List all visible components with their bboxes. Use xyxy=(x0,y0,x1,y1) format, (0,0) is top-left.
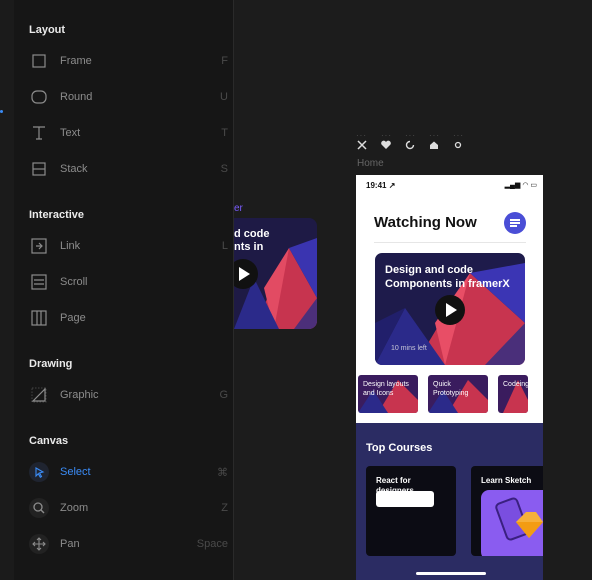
section-title-interactive: Interactive xyxy=(29,209,85,221)
zoom-icon xyxy=(28,497,50,519)
heart-icon[interactable] xyxy=(379,139,393,153)
section-title-layout: Layout xyxy=(29,24,66,36)
tool-label: Page xyxy=(60,312,86,324)
menu-button[interactable] xyxy=(504,212,526,234)
tool-link[interactable]: Link L xyxy=(28,235,238,259)
tools-panel: Layout Frame F Round U Text T Stack S Interactive… xyxy=(14,0,234,580)
tool-pan[interactable]: Pan Space xyxy=(28,533,238,557)
shortcut-key: Z xyxy=(221,502,228,514)
tool-label: Graphic xyxy=(60,389,99,401)
tool-round[interactable]: Round U xyxy=(28,86,238,110)
background-card-preview[interactable]: d code nts in xyxy=(234,218,317,329)
tool-label: Stack xyxy=(60,163,88,175)
left-edge-strip xyxy=(0,0,14,580)
scroll-icon xyxy=(28,271,50,293)
shortcut-key: L xyxy=(221,240,228,252)
shortcut-key: U xyxy=(220,91,228,103)
link-icon xyxy=(28,235,50,257)
tool-label: Link xyxy=(60,240,81,252)
phone-sketch-illustration xyxy=(495,497,543,541)
pan-icon xyxy=(28,533,50,555)
hero-title: Design and code Components in framerX xyxy=(385,264,510,290)
phone-frame[interactable]: 19:41 ↗ ▂▄▆ ◠ ▭ Watching Now Design and … xyxy=(356,175,543,580)
tool-label: Frame xyxy=(60,55,92,67)
section-title: Top Courses xyxy=(366,442,433,454)
home-indicator xyxy=(416,572,486,575)
hero-course-card[interactable]: Design and code Components in framerX 10… xyxy=(375,253,525,365)
circle-icon[interactable] xyxy=(451,139,465,153)
canvas[interactable]: er d code nts in ··· ··· ··· ··· ··· Hom… xyxy=(234,0,592,580)
graphic-icon xyxy=(28,384,50,406)
shortcut-key: F xyxy=(221,55,228,67)
tool-stack[interactable]: Stack S xyxy=(28,158,238,182)
tool-zoom[interactable]: Zoom Z xyxy=(28,497,238,521)
tool-graphic[interactable]: Graphic G xyxy=(28,384,238,408)
text-icon xyxy=(28,122,50,144)
page-icon xyxy=(28,307,50,329)
tool-select[interactable]: Select ⌘ xyxy=(28,461,238,485)
course-thumbnails: Design layouts and Icons Quick Prototypi… xyxy=(358,375,543,413)
section-title-drawing: Drawing xyxy=(29,358,73,370)
refresh-icon[interactable] xyxy=(403,139,417,153)
frame-icon xyxy=(28,50,50,72)
tool-frame[interactable]: Frame F xyxy=(28,50,238,74)
page-title: Watching Now xyxy=(374,214,477,231)
tool-label: Select xyxy=(60,466,91,478)
play-button[interactable] xyxy=(435,295,465,325)
white-bar xyxy=(376,491,434,507)
section-title-canvas: Canvas xyxy=(29,435,69,447)
tool-label: Text xyxy=(60,127,81,139)
home-icon[interactable] xyxy=(427,139,441,153)
thumbnail-card[interactable]: Design layouts and Icons xyxy=(358,375,418,413)
thumbnail-card[interactable]: Codeing React xyxy=(498,375,528,413)
tool-page[interactable]: Page xyxy=(28,307,238,331)
stack-icon xyxy=(28,158,50,180)
course-card[interactable]: Learn Sketch xyxy=(471,466,543,556)
shortcut-key: ⌘ xyxy=(217,467,228,479)
tool-label: Zoom xyxy=(60,502,89,514)
shortcut-key: Space xyxy=(196,538,228,550)
time-left-label: 10 mins left xyxy=(391,345,427,352)
frame-name-label[interactable]: Home xyxy=(357,158,384,169)
shortcut-key: G xyxy=(219,389,228,401)
status-time: 19:41 ↗ xyxy=(366,181,396,190)
tool-label: Pan xyxy=(60,538,80,550)
round-icon xyxy=(28,86,50,108)
frame-label-fragment: er xyxy=(234,203,243,214)
top-courses-section: Top Courses React for designers Learn Sk… xyxy=(356,423,543,580)
tool-label: Scroll xyxy=(60,276,88,288)
tool-scroll[interactable]: Scroll xyxy=(28,271,238,295)
divider xyxy=(374,242,526,243)
indicator-dot xyxy=(0,110,3,113)
shortcut-key: S xyxy=(220,163,228,175)
thumbnail-card[interactable]: Quick Prototyping xyxy=(428,375,488,413)
tool-text[interactable]: Text T xyxy=(28,122,238,146)
close-icon[interactable] xyxy=(355,139,369,153)
course-card[interactable]: React for designers xyxy=(366,466,456,556)
tool-label: Round xyxy=(60,91,93,103)
status-icons: ▂▄▆ ◠ ▭ xyxy=(504,182,537,189)
background-card-text: d code nts in xyxy=(234,228,270,253)
shortcut-key: T xyxy=(221,127,228,139)
select-icon xyxy=(28,461,50,483)
